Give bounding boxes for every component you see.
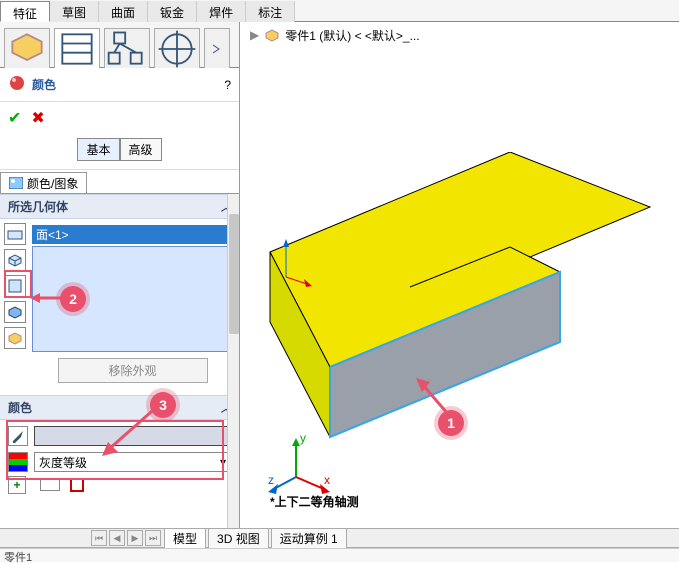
manager-tabs: [0, 22, 239, 68]
view-triad: y x z: [266, 432, 336, 502]
appearance-icon: [8, 74, 26, 95]
selected-geometry-label: 所选几何体: [8, 198, 68, 215]
basic-button[interactable]: 基本: [77, 138, 119, 161]
status-bar: 零件1: [0, 548, 679, 562]
svg-text:x: x: [324, 473, 330, 487]
callout-3: 3: [150, 392, 176, 418]
filter-body-icon[interactable]: [4, 301, 26, 323]
nav-prev-icon[interactable]: ◀: [109, 530, 125, 546]
more-tabs[interactable]: [204, 28, 230, 68]
callout-1: 1: [438, 410, 464, 436]
color-section-label: 颜色: [8, 399, 32, 416]
graphics-viewport[interactable]: ▶ 零件1 (默认) < <默认>_...: [240, 22, 679, 540]
tab-surface[interactable]: 曲面: [99, 1, 148, 22]
callout-2: 2: [60, 286, 86, 312]
panel-title-row: 颜色 ?: [0, 68, 239, 102]
dimxpert-manager-tab[interactable]: [154, 28, 200, 68]
part-icon: [263, 26, 281, 44]
breadcrumb-text: 零件1 (默认) < <默认>_...: [285, 27, 419, 44]
feature-manager-tab[interactable]: [4, 28, 50, 68]
help-icon[interactable]: ?: [224, 78, 231, 92]
svg-text:z: z: [268, 473, 274, 487]
filter-face-icon[interactable]: [4, 223, 26, 245]
model-solid[interactable]: [250, 152, 670, 452]
tab-sheetmetal[interactable]: 钣金: [148, 1, 197, 22]
selected-geometry-header[interactable]: 所选几何体 ︿: [0, 194, 239, 219]
cancel-button[interactable]: ✖: [31, 108, 44, 128]
color-image-label: 颜色/图象: [27, 175, 78, 192]
highlight-rect-3: [6, 420, 224, 480]
panel-scrollbar[interactable]: [227, 194, 239, 540]
nav-first-icon[interactable]: ⏮: [91, 530, 107, 546]
bottom-tab-strip: ⏮ ◀ ▶ ⏭ 模型 3D 视图 运动算例 1: [0, 528, 679, 548]
origin-icon: [278, 237, 314, 287]
panel-title: 颜色: [32, 76, 56, 93]
bottom-tab-3dview[interactable]: 3D 视图: [208, 528, 269, 549]
ok-button[interactable]: ✔: [8, 108, 21, 128]
filter-solid-icon[interactable]: [4, 249, 26, 271]
white-swatch[interactable]: [40, 479, 60, 491]
highlight-rect-2: [4, 270, 32, 298]
selection-item-face1[interactable]: 面<1>: [32, 225, 233, 244]
advanced-button[interactable]: 高级: [120, 138, 162, 161]
svg-text:y: y: [300, 432, 306, 445]
nav-last-icon[interactable]: ⏭: [145, 530, 161, 546]
remove-appearance-button[interactable]: 移除外观: [58, 358, 208, 383]
breadcrumb[interactable]: ▶ 零件1 (默认) < <默认>_...: [250, 26, 420, 44]
breadcrumb-arrow-icon: ▶: [250, 28, 259, 42]
color-section-header[interactable]: 颜色 ︿: [0, 395, 239, 420]
configuration-manager-tab[interactable]: [104, 28, 150, 68]
red-swatch-outline[interactable]: [70, 478, 84, 492]
filter-part-icon[interactable]: [4, 327, 26, 349]
nav-next-icon[interactable]: ▶: [127, 530, 143, 546]
tab-sketch[interactable]: 草图: [50, 1, 99, 22]
color-image-tab[interactable]: 颜色/图象: [0, 172, 87, 193]
tab-weldment[interactable]: 焊件: [197, 1, 246, 22]
tab-annotation[interactable]: 标注: [246, 1, 295, 22]
tab-feature[interactable]: 特征: [0, 1, 50, 22]
bottom-tab-motion[interactable]: 运动算例 1: [271, 528, 347, 549]
property-manager-tab[interactable]: [54, 28, 100, 68]
mode-toggle: 基本 高级: [0, 134, 239, 170]
view-orientation-label: *上下二等角轴测: [270, 493, 359, 510]
bottom-tab-model[interactable]: 模型: [164, 528, 206, 549]
command-manager-tabs: 特征 草图 曲面 钣金 焊件 标注: [0, 0, 679, 22]
